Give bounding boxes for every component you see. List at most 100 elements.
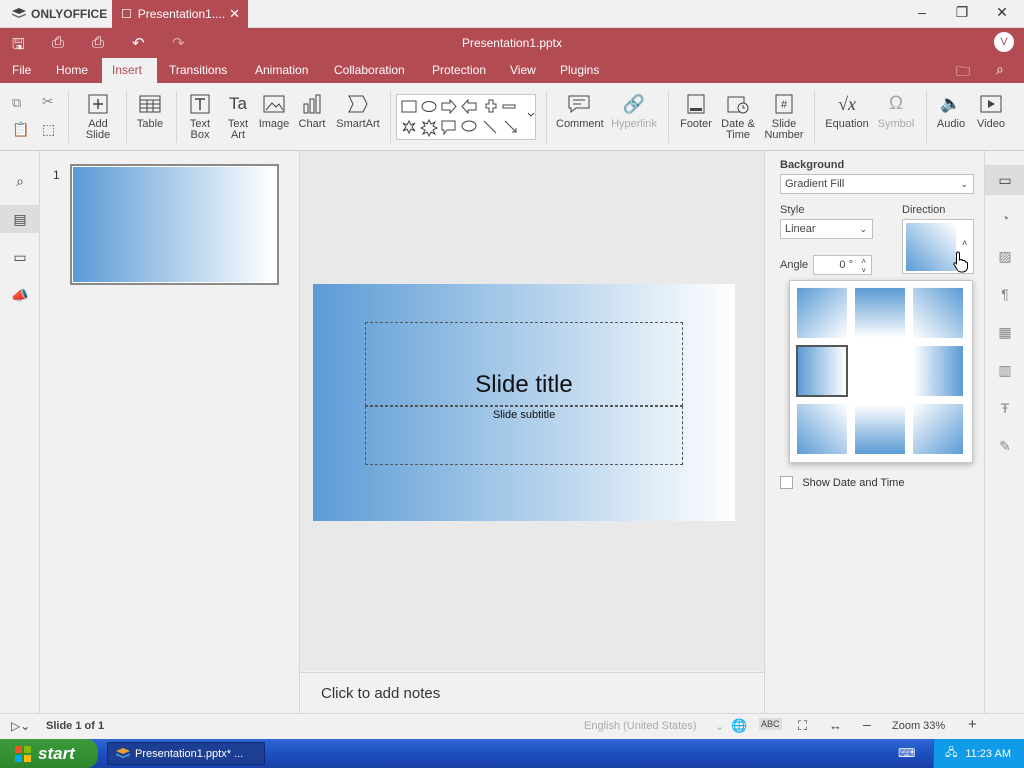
- document-tab[interactable]: ☐ Presentation1.... ✕: [112, 0, 248, 28]
- table-button[interactable]: Table: [132, 93, 168, 130]
- slide-counter: Slide 1 of 1: [46, 720, 105, 732]
- hyperlink-button[interactable]: 🔗 Hyperlink: [610, 93, 658, 130]
- menu-protection[interactable]: Protection: [422, 58, 496, 83]
- slide[interactable]: Slide title Slide subtitle: [313, 284, 735, 521]
- search-sidebar-icon[interactable]: ⌕: [0, 167, 40, 195]
- text-box-label: Text Box: [189, 118, 211, 141]
- text-art-settings-icon[interactable]: Ŧ: [985, 393, 1024, 423]
- maximize-button[interactable]: ❐: [942, 4, 982, 24]
- symbol-button[interactable]: Ω Symbol: [875, 93, 917, 130]
- add-slide-button[interactable]: Add Slide: [78, 93, 118, 141]
- direction-right-option[interactable]: [912, 345, 964, 397]
- equation-label: Equation: [825, 118, 869, 130]
- app-name: ONLYOFFICE: [31, 7, 108, 21]
- table-settings-icon[interactable]: ▦: [985, 317, 1024, 347]
- date-time-button[interactable]: Date & Time: [718, 93, 758, 141]
- slide-settings-icon[interactable]: ▭: [985, 165, 1024, 195]
- menu-view[interactable]: View: [500, 58, 546, 83]
- speaker-icon: 🔈: [940, 94, 962, 113]
- chart-settings-icon[interactable]: ▥: [985, 355, 1024, 385]
- menu-file[interactable]: File: [2, 58, 41, 83]
- zoom-out-icon[interactable]: –: [863, 716, 871, 732]
- select-all-icon[interactable]: ⬚: [42, 121, 55, 138]
- right-sidebar: ▭ ◔ ▨ ¶ ▦ ▥ Ŧ ✎: [984, 151, 1024, 713]
- subtitle-placeholder[interactable]: Slide subtitle: [365, 406, 683, 465]
- network-tray-icon[interactable]: 🖧: [945, 744, 957, 763]
- footer-button[interactable]: Footer: [676, 93, 716, 130]
- menu-insert[interactable]: Insert: [102, 58, 157, 83]
- start-button[interactable]: start: [0, 739, 98, 768]
- chart-button[interactable]: Chart: [296, 93, 328, 130]
- direction-bottom-right-option[interactable]: [912, 403, 964, 455]
- gradient-direction-dropdown: [789, 280, 973, 463]
- direction-left-option-selected[interactable]: [796, 345, 848, 397]
- keyboard-tray-icon[interactable]: ⌨: [898, 746, 915, 760]
- comment-button[interactable]: Comment: [556, 93, 604, 130]
- slides-sidebar-icon[interactable]: ▤: [0, 205, 40, 233]
- menu-collaboration[interactable]: Collaboration: [324, 58, 415, 83]
- style-select[interactable]: Linear ⌄: [780, 219, 873, 239]
- equation-button[interactable]: √x Equation: [822, 93, 872, 130]
- direction-top-option[interactable]: [854, 287, 906, 339]
- fill-type-select[interactable]: Gradient Fill ⌄: [780, 174, 974, 194]
- close-tab-icon[interactable]: ✕: [229, 6, 240, 22]
- comments-sidebar-icon[interactable]: ▭: [0, 243, 40, 271]
- title-placeholder[interactable]: Slide title: [365, 322, 683, 406]
- onlyoffice-logo-icon: [12, 8, 26, 18]
- taskbar-presentation-item[interactable]: Presentation1.pptx* ...: [107, 742, 265, 765]
- audio-button[interactable]: 🔈 Audio: [934, 93, 968, 130]
- presentation-tab-icon: ☐: [121, 7, 132, 21]
- paste-icon[interactable]: 📋: [12, 121, 29, 138]
- image-settings-icon[interactable]: ▨: [985, 241, 1024, 271]
- chevron-down-icon: ⌄: [859, 224, 867, 234]
- notes-area[interactable]: Click to add notes: [300, 672, 764, 713]
- globe-icon[interactable]: 🌐: [731, 718, 747, 734]
- fit-slide-icon[interactable]: ⛶: [798, 718, 807, 734]
- text-box-button[interactable]: Text Box: [183, 93, 217, 141]
- direction-preview: [906, 223, 956, 271]
- direction-top-left-option[interactable]: [796, 287, 848, 339]
- spell-check-icon[interactable]: ABC: [759, 718, 782, 730]
- menu-plugins[interactable]: Plugins: [550, 58, 609, 83]
- angle-input[interactable]: 0 ° ˄ ˅: [813, 255, 872, 275]
- ribbon-separator: [126, 91, 127, 143]
- menu-animation[interactable]: Animation: [245, 58, 318, 83]
- start-slideshow-icon[interactable]: ▷⌄: [11, 719, 30, 733]
- ribbon-separator: [390, 91, 391, 143]
- signature-settings-icon[interactable]: ✎: [985, 431, 1024, 461]
- text-box-icon: [190, 94, 210, 114]
- minimize-button[interactable]: –: [902, 4, 942, 24]
- open-file-location-icon[interactable]: 🗀: [956, 61, 970, 85]
- stepper-icon[interactable]: ˄ ˅: [861, 257, 866, 275]
- smartart-button[interactable]: SmartArt: [334, 93, 382, 130]
- search-icon[interactable]: ⌕: [996, 61, 1004, 78]
- cut-icon[interactable]: ✂: [42, 93, 54, 110]
- menu-transitions[interactable]: Transitions: [159, 58, 237, 83]
- text-art-button[interactable]: Ta Text Art: [222, 93, 254, 141]
- paragraph-settings-icon[interactable]: ¶: [985, 279, 1024, 309]
- image-button[interactable]: Image: [257, 93, 291, 130]
- checkbox-icon[interactable]: [780, 476, 793, 490]
- feedback-sidebar-icon[interactable]: 📣: [0, 281, 40, 309]
- slide-number-button[interactable]: # Slide Number: [762, 93, 806, 141]
- shape-settings-icon[interactable]: ◔: [985, 203, 1024, 233]
- chevron-up-icon: ˄: [962, 238, 968, 248]
- fit-width-icon[interactable]: ↔: [829, 718, 842, 733]
- zoom-in-icon[interactable]: +: [968, 716, 977, 733]
- app-logo: ONLYOFFICE: [12, 7, 107, 21]
- video-icon: [980, 95, 1002, 113]
- language-indicator[interactable]: English (United States): [584, 720, 697, 732]
- close-window-button[interactable]: ✕: [982, 4, 1022, 24]
- user-avatar[interactable]: V: [994, 32, 1014, 52]
- direction-bottom-option[interactable]: [854, 403, 906, 455]
- thumbnail-number: 1: [53, 168, 60, 182]
- show-date-time-checkbox[interactable]: Show Date and Time: [780, 475, 904, 490]
- direction-bottom-left-option[interactable]: [796, 403, 848, 455]
- video-button[interactable]: Video: [974, 93, 1008, 130]
- copy-icon[interactable]: ⧉: [12, 95, 21, 111]
- equation-icon: √x: [838, 94, 856, 114]
- direction-top-right-option[interactable]: [912, 287, 964, 339]
- slide-thumbnail[interactable]: [70, 164, 279, 285]
- star-burst-shape-icon: [402, 119, 416, 135]
- menu-home[interactable]: Home: [46, 58, 98, 83]
